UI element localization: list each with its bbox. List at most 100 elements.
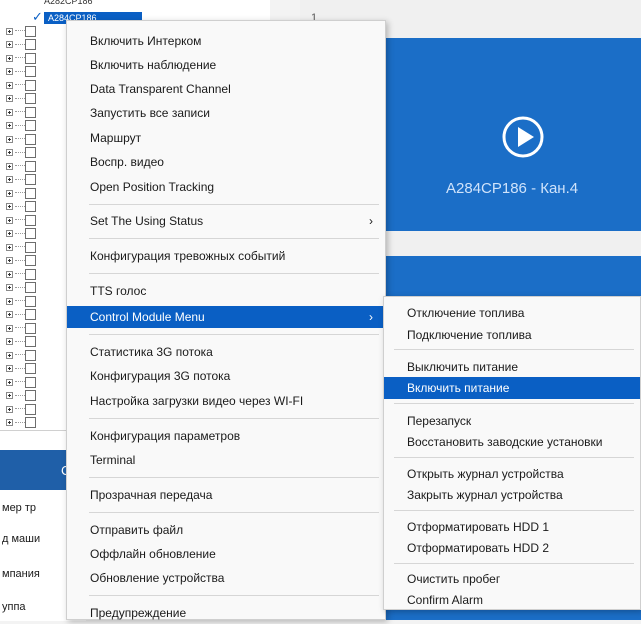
tree-row[interactable] xyxy=(6,402,36,416)
expand-icon[interactable] xyxy=(6,41,13,48)
menu-item-position-tracking[interactable]: Open Position Tracking xyxy=(67,176,385,198)
menu-item-playback[interactable]: Воспр. видео xyxy=(67,151,385,173)
tree-checkbox[interactable] xyxy=(25,120,36,131)
expand-icon[interactable] xyxy=(6,284,13,291)
tree-checkbox[interactable] xyxy=(25,79,36,91)
submenu-item-format-hdd2[interactable]: Отформатировать HDD 2 xyxy=(384,537,640,559)
expand-icon[interactable] xyxy=(6,149,13,156)
expand-icon[interactable] xyxy=(6,365,13,372)
menu-item-wifi-upload[interactable]: Настройка загрузки видео через WI-FI xyxy=(67,390,385,412)
expand-icon[interactable] xyxy=(6,243,13,251)
tree-checkbox[interactable] xyxy=(25,39,36,50)
submenu-item-confirm-alarm[interactable]: Confirm Alarm xyxy=(384,589,640,611)
tree-row[interactable] xyxy=(6,267,36,281)
expand-icon[interactable] xyxy=(6,95,13,102)
tree-checkbox[interactable] xyxy=(25,187,36,199)
tree-row[interactable] xyxy=(6,105,36,119)
tree-row[interactable] xyxy=(6,213,36,227)
expand-icon[interactable] xyxy=(6,189,13,197)
menu-item-data-channel[interactable]: Data Transparent Channel xyxy=(67,78,385,100)
menu-item-intercom[interactable]: Включить Интерком xyxy=(67,30,385,52)
tree-checkbox[interactable] xyxy=(25,309,36,320)
menu-item-start-recordings[interactable]: Запустить все записи xyxy=(67,102,385,124)
tree-checkbox[interactable] xyxy=(25,66,36,77)
submenu-item-fuel-on[interactable]: Подключение топлива xyxy=(384,324,640,346)
menu-item-param-config[interactable]: Конфигурация параметров xyxy=(67,425,385,447)
tree-row[interactable] xyxy=(6,416,36,430)
expand-icon[interactable] xyxy=(6,257,13,264)
expand-icon[interactable] xyxy=(6,176,13,183)
tree-row[interactable] xyxy=(6,173,36,187)
expand-icon[interactable] xyxy=(6,270,13,278)
expand-icon[interactable] xyxy=(6,419,13,426)
submenu-item-open-log[interactable]: Открыть журнал устройства xyxy=(384,463,640,485)
expand-icon[interactable] xyxy=(6,81,13,89)
tree-row[interactable] xyxy=(6,51,36,65)
tree-checkbox[interactable] xyxy=(25,93,36,104)
tree-checkbox[interactable] xyxy=(25,228,36,239)
play-icon[interactable] xyxy=(501,115,545,159)
tree-checkbox[interactable] xyxy=(25,147,36,158)
tree-row[interactable] xyxy=(6,92,36,106)
tree-row[interactable] xyxy=(6,65,36,79)
menu-item-monitoring[interactable]: Включить наблюдение xyxy=(67,54,385,76)
tree-checkbox[interactable] xyxy=(25,403,36,415)
tree-checkbox[interactable] xyxy=(25,160,36,172)
submenu-item-format-hdd1[interactable]: Отформатировать HDD 1 xyxy=(384,516,640,538)
tree-checkbox[interactable] xyxy=(25,52,36,64)
expand-icon[interactable] xyxy=(6,392,13,399)
tree-row[interactable] xyxy=(6,321,36,335)
tree-row[interactable] xyxy=(6,159,36,173)
tree-row[interactable] xyxy=(6,281,36,295)
expand-icon[interactable] xyxy=(6,351,13,359)
submenu-item-fuel-off[interactable]: Отключение топлива xyxy=(384,302,640,324)
tree-row[interactable] xyxy=(6,294,36,308)
tree-row[interactable] xyxy=(6,119,36,133)
tree-checkbox[interactable] xyxy=(25,201,36,212)
tree-row[interactable] xyxy=(6,254,36,268)
tree-row[interactable] xyxy=(6,227,36,241)
tree-checkbox[interactable] xyxy=(25,282,36,293)
expand-icon[interactable] xyxy=(6,311,13,318)
menu-item-using-status[interactable]: Set The Using Status › xyxy=(67,210,385,232)
expand-icon[interactable] xyxy=(6,230,13,237)
menu-item-route[interactable]: Маршрут xyxy=(67,127,385,149)
tree-checkbox[interactable] xyxy=(25,214,36,226)
tree-checkbox[interactable] xyxy=(25,336,36,347)
menu-item-terminal[interactable]: Terminal xyxy=(67,449,385,471)
tree-row[interactable] xyxy=(6,132,36,146)
menu-item-device-update[interactable]: Обновление устройства xyxy=(67,567,385,589)
tree-checkbox[interactable] xyxy=(25,417,36,428)
tree-checkbox[interactable] xyxy=(25,255,36,266)
tree-row[interactable] xyxy=(6,24,36,38)
tree-item-top[interactable]: A282CP186 xyxy=(44,0,144,5)
expand-icon[interactable] xyxy=(6,216,13,224)
expand-icon[interactable] xyxy=(6,27,13,35)
tree-checkbox[interactable] xyxy=(25,174,36,185)
expand-icon[interactable] xyxy=(6,338,13,345)
submenu-item-power-off[interactable]: Выключить питание xyxy=(384,356,640,378)
tree-row[interactable] xyxy=(6,389,36,403)
tree-row[interactable] xyxy=(6,348,36,362)
tree-checkbox[interactable] xyxy=(25,322,36,334)
expand-icon[interactable] xyxy=(6,324,13,332)
tree-row[interactable] xyxy=(6,240,36,254)
expand-icon[interactable] xyxy=(6,122,13,129)
menu-item-transparent[interactable]: Прозрачная передача xyxy=(67,484,385,506)
tree-checkbox[interactable] xyxy=(25,295,36,307)
tree-row[interactable] xyxy=(6,38,36,52)
tree-checkbox[interactable] xyxy=(25,106,36,118)
submenu-item-factory-reset[interactable]: Восстановить заводские установки xyxy=(384,431,640,453)
menu-item-offline-update[interactable]: Оффлайн обновление xyxy=(67,543,385,565)
tree-row[interactable] xyxy=(6,200,36,214)
tree-checkbox[interactable] xyxy=(25,133,36,145)
tree-checkbox[interactable] xyxy=(25,241,36,253)
tree-checkbox[interactable] xyxy=(25,349,36,361)
menu-item-3g-stats[interactable]: Статистика 3G потока xyxy=(67,341,385,363)
submenu-item-restart[interactable]: Перезапуск xyxy=(384,410,640,432)
expand-icon[interactable] xyxy=(6,135,13,143)
tree-row[interactable] xyxy=(6,335,36,349)
menu-item-warning[interactable]: Предупреждение xyxy=(67,602,385,624)
expand-icon[interactable] xyxy=(6,203,13,210)
expand-icon[interactable] xyxy=(6,108,13,116)
